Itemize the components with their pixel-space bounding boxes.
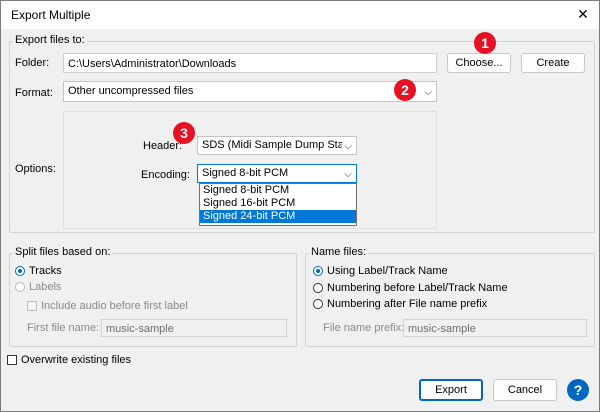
encoding-value: Signed 8-bit PCM xyxy=(202,167,289,179)
header-label: Header: xyxy=(143,140,183,152)
folder-input[interactable]: C:\Users\Administrator\Downloads xyxy=(63,53,437,73)
numbering-before-text: Numbering before Label/Track Name xyxy=(327,282,508,294)
header-value: SDS (Midi Sample Dump Stan xyxy=(202,139,350,151)
encoding-option-selected[interactable]: Signed 24-bit PCM xyxy=(200,210,356,223)
first-file-name-input[interactable]: music-sample xyxy=(101,319,287,337)
encoding-label: Encoding: xyxy=(141,169,190,181)
format-label: Format: xyxy=(15,87,53,99)
chevron-down-icon: ⌵ xyxy=(344,169,352,180)
title-bar: Export Multiple ✕ xyxy=(1,1,599,29)
badge-1: 1 xyxy=(474,32,496,54)
using-label-radio[interactable] xyxy=(313,266,323,276)
options-label: Options: xyxy=(15,163,56,175)
export-button[interactable]: Export xyxy=(419,379,483,401)
first-file-name-label: First file name: xyxy=(27,322,100,334)
encoding-select[interactable]: Signed 8-bit PCM ⌵ xyxy=(197,164,357,183)
chevron-down-icon: ⌵ xyxy=(342,138,352,154)
numbering-before-radio[interactable] xyxy=(313,283,323,293)
tracks-label: Tracks xyxy=(29,265,62,277)
include-audio-checkbox[interactable] xyxy=(27,301,37,311)
folder-label: Folder: xyxy=(15,57,50,69)
numbering-after-radio[interactable] xyxy=(313,299,323,309)
cancel-button[interactable]: Cancel xyxy=(493,379,557,401)
export-multiple-dialog: Export Multiple ✕ Export files to: Folde… xyxy=(0,0,600,412)
header-select[interactable]: SDS (Midi Sample Dump Stan ⌵ xyxy=(197,136,357,155)
using-label-text: Using Label/Track Name xyxy=(327,265,448,277)
window-title: Export Multiple xyxy=(11,8,91,22)
badge-2: 2 xyxy=(394,79,416,101)
file-name-prefix-input[interactable]: music-sample xyxy=(403,319,587,337)
encoding-option[interactable]: Signed 8-bit PCM xyxy=(200,184,356,197)
overwrite-checkbox[interactable] xyxy=(7,355,17,365)
encoding-option[interactable]: Signed 16-bit PCM xyxy=(200,197,356,210)
encoding-dropdown-list: Signed 8-bit PCM Signed 16-bit PCM Signe… xyxy=(199,183,357,226)
tracks-radio[interactable] xyxy=(15,266,25,276)
badge-3: 3 xyxy=(173,122,195,144)
include-audio-label: Include audio before first label xyxy=(41,300,188,312)
labels-label: Labels xyxy=(29,281,62,293)
export-files-legend: Export files to: xyxy=(13,34,87,46)
close-icon[interactable]: ✕ xyxy=(571,3,595,25)
split-files-legend: Split files based on: xyxy=(13,246,113,258)
numbering-after-text: Numbering after File name prefix xyxy=(327,298,488,310)
file-name-prefix-label: File name prefix: xyxy=(323,322,405,334)
overwrite-label: Overwrite existing files xyxy=(21,354,132,366)
choose-button[interactable]: Choose... xyxy=(447,53,511,73)
format-select[interactable]: Other uncompressed files ⌵ xyxy=(63,81,437,102)
format-value: Other uncompressed files xyxy=(68,85,194,97)
name-files-legend: Name files: xyxy=(309,246,369,258)
help-icon[interactable]: ? xyxy=(567,379,589,401)
create-button[interactable]: Create xyxy=(521,53,585,73)
labels-radio[interactable] xyxy=(15,282,25,292)
chevron-down-icon: ⌵ xyxy=(424,87,432,98)
